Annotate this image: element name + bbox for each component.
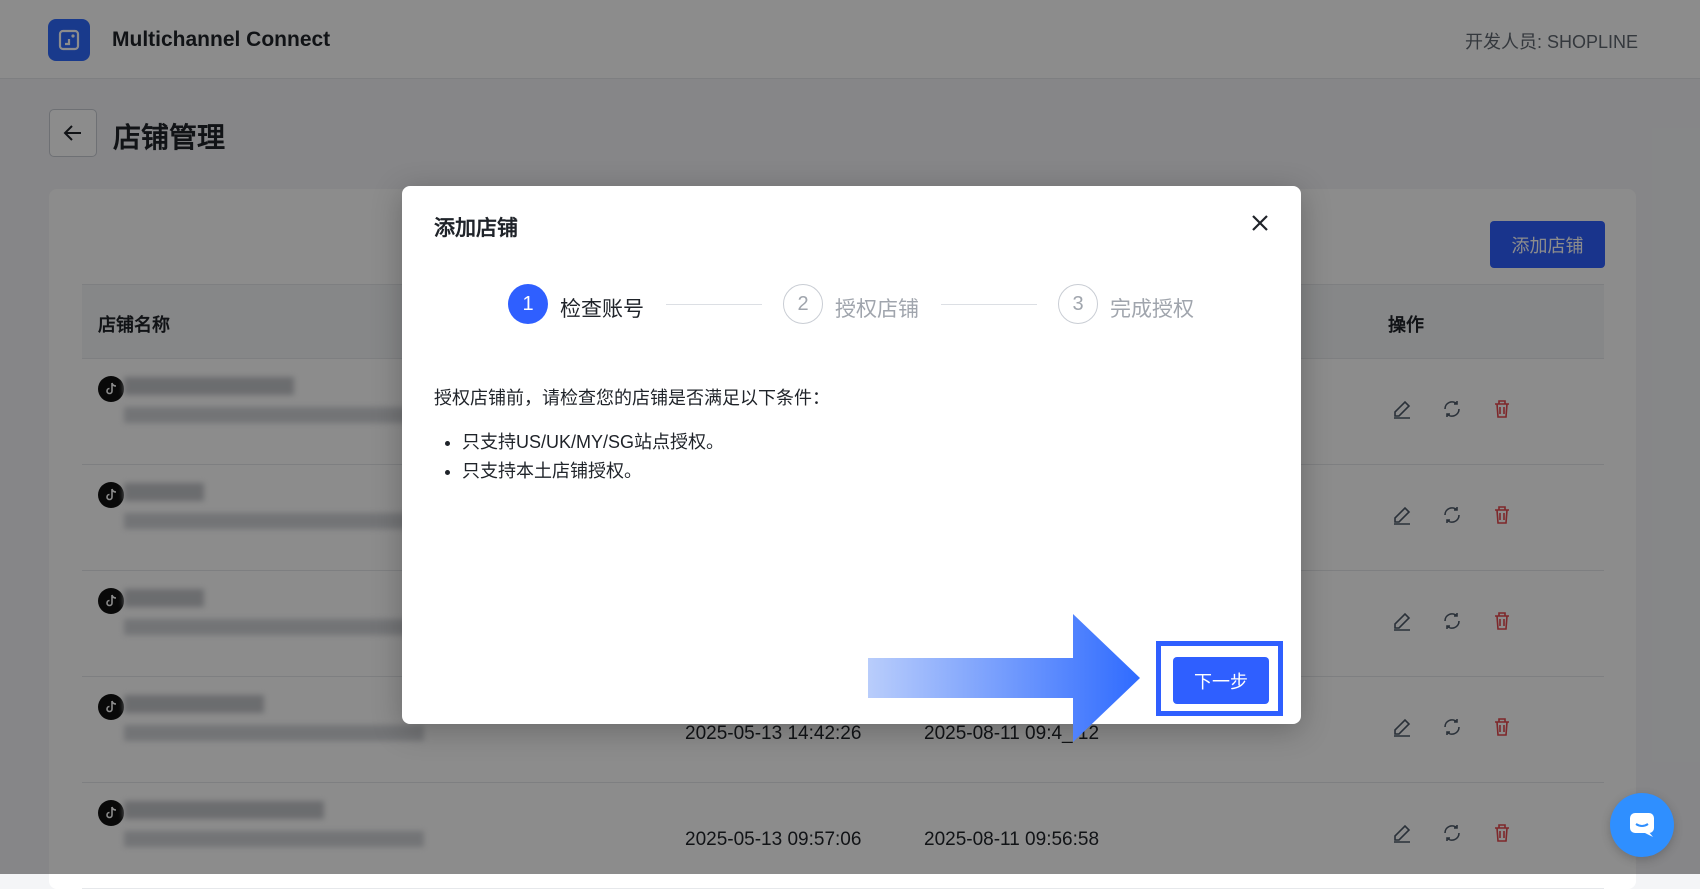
next-button-highlight [1156,641,1283,716]
pointer-arrow-icon [868,614,1140,742]
step-1-indicator: 1 [508,284,548,324]
modal-title: 添加店铺 [434,217,518,240]
list-item: 只支持US/UK/MY/SG站点授权。 [462,428,724,457]
step-connector [666,304,762,305]
step-2-indicator: 2 [783,284,823,324]
step-3-label: 完成授权 [1110,298,1194,321]
conditions-list: 只支持US/UK/MY/SG站点授权。 只支持本土店铺授权。 [434,428,724,486]
step-3-indicator: 3 [1058,284,1098,324]
close-icon[interactable] [1245,208,1275,238]
chat-icon [1630,813,1654,837]
step-connector [941,304,1037,305]
step-1-label: 检查账号 [560,298,644,321]
chat-support-button[interactable] [1610,793,1674,857]
modal-intro-text: 授权店铺前，请检查您的店铺是否满足以下条件： [434,388,830,408]
list-item: 只支持本土店铺授权。 [462,457,724,486]
step-2-label: 授权店铺 [835,298,919,321]
